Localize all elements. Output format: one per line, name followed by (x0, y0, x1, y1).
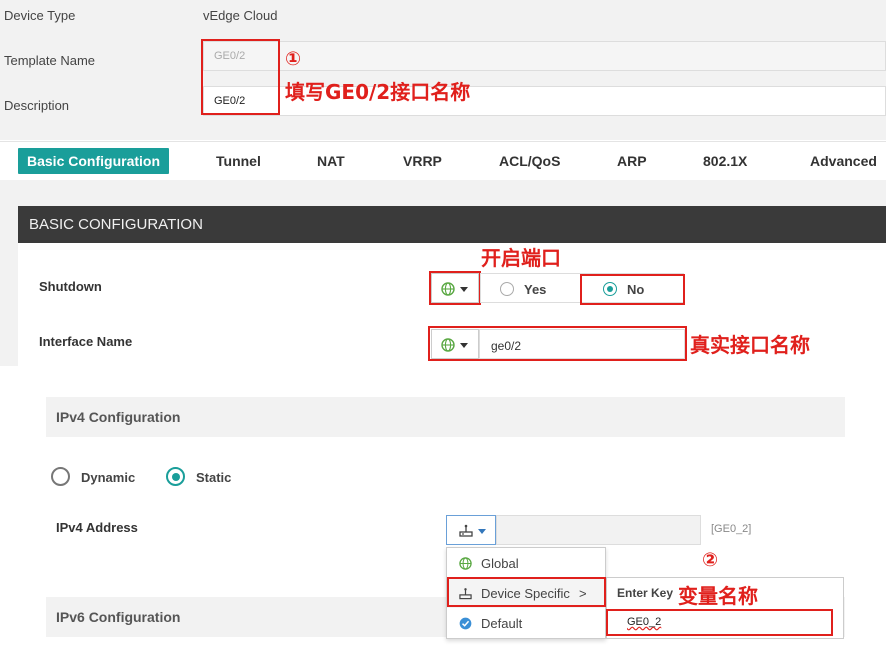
annotation-note-open-port: 开启端口 (481, 246, 561, 270)
menu-item-global-label: Global (481, 556, 519, 571)
variable-key-input[interactable]: GE0_2 (606, 609, 833, 636)
annotation-box-template-fields (201, 39, 280, 115)
check-icon (459, 617, 472, 630)
template-name-field[interactable]: GE0/2 (203, 41, 886, 71)
tab-arp[interactable]: ARP (617, 142, 647, 180)
menu-item-default-label: Default (481, 616, 523, 631)
ipv4-dynamic-label: Dynamic (81, 470, 136, 485)
annotation-note-real-interface-name: 真实接口名称 (690, 333, 810, 357)
annotation-box-interface-name (428, 326, 687, 361)
tab-802-1x[interactable]: 802.1X (703, 142, 747, 180)
annotation-marker-1: ① (285, 48, 302, 70)
annotation-marker-2: ② (702, 549, 719, 571)
tab-tunnel[interactable]: Tunnel (216, 142, 261, 180)
globe-icon (459, 557, 472, 570)
shutdown-label: Shutdown (39, 279, 102, 294)
tab-bar: Basic Configuration Tunnel NAT VRRP ACL/… (0, 141, 886, 181)
annotation-box-shutdown-scope (429, 271, 481, 305)
description-label: Description (4, 98, 70, 113)
ipv4-dynamic-radio[interactable] (51, 467, 70, 486)
tab-nat[interactable]: NAT (317, 142, 345, 180)
annotation-note-interface-name: 填写GE0/2接口名称 (285, 80, 471, 104)
ipv4-configuration-header: IPv4 Configuration (46, 397, 845, 437)
tab-acl-qos[interactable]: ACL/QoS (499, 142, 560, 180)
ipv4-address-label: IPv4 Address (56, 520, 138, 535)
device-icon (459, 524, 473, 537)
shutdown-yes-radio[interactable] (500, 282, 514, 296)
tab-advanced[interactable]: Advanced (810, 142, 877, 180)
tab-basic-configuration[interactable]: Basic Configuration (18, 148, 170, 174)
ipv4-static-radio[interactable] (166, 467, 185, 486)
tab-vrrp[interactable]: VRRP (403, 142, 442, 180)
ipv4-address-input[interactable] (496, 515, 701, 545)
variable-key-value: GE0_2 (627, 616, 662, 628)
annotation-box-shutdown-no (580, 274, 685, 305)
interface-name-label: Interface Name (39, 334, 133, 349)
menu-item-global[interactable]: Global (447, 549, 605, 578)
device-type-value: vEdge Cloud (203, 8, 278, 23)
ipv4-address-variable: [GE0_2] (711, 523, 752, 535)
shutdown-yes-label: Yes (524, 282, 547, 297)
annotation-note-variable-name: 变量名称 (678, 584, 758, 608)
caret-down-icon (478, 529, 486, 534)
template-name-label: Template Name (4, 53, 96, 68)
ipv4-address-scope-selector[interactable] (446, 515, 496, 545)
enter-key-label: Enter Key (617, 586, 674, 600)
menu-item-default[interactable]: Default (447, 609, 605, 638)
basic-configuration-header: BASIC CONFIGURATION (18, 206, 886, 243)
device-type-label: Device Type (4, 8, 76, 23)
ipv4-static-label: Static (196, 470, 232, 485)
annotation-box-device-specific (447, 577, 606, 607)
